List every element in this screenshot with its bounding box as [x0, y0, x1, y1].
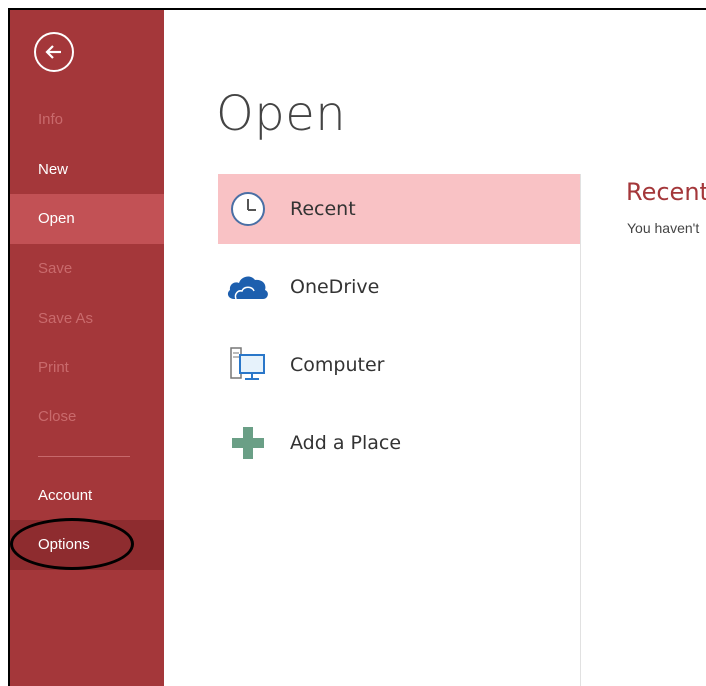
nav-divider: [38, 456, 130, 457]
nav-info: Info: [38, 111, 64, 128]
clock-icon: [224, 185, 272, 233]
cloud-icon: [224, 263, 272, 311]
nav-open[interactable]: Open: [10, 194, 164, 244]
place-recent[interactable]: Recent: [218, 174, 580, 244]
place-label: Recent: [290, 198, 356, 220]
recent-pane-message: You haven't: [627, 220, 700, 236]
backstage-sidebar: Info New Open Save Save As Print Close A…: [10, 10, 164, 686]
place-onedrive[interactable]: OneDrive: [218, 252, 580, 322]
place-label: Computer: [290, 354, 385, 376]
back-button[interactable]: [34, 32, 74, 72]
nav-account[interactable]: Account: [10, 471, 164, 521]
plus-icon: [224, 419, 272, 467]
nav-close: Close: [38, 408, 77, 425]
nav-new[interactable]: New: [10, 145, 164, 195]
page-title: Open: [216, 86, 347, 142]
place-label: OneDrive: [290, 276, 380, 298]
recent-pane-title: Recent: [626, 178, 706, 206]
place-computer[interactable]: Computer: [218, 330, 580, 400]
place-label: Add a Place: [290, 432, 402, 454]
nav-print: Print: [38, 359, 69, 376]
back-arrow-icon: [45, 45, 61, 59]
nav-save: Save: [38, 260, 73, 277]
nav-save-as: Save As: [38, 310, 94, 327]
place-add-a-place[interactable]: Add a Place: [218, 408, 580, 478]
open-places-list: Recent OneDrive Computer Add a Place: [218, 174, 581, 686]
nav-options[interactable]: Options: [10, 520, 164, 570]
backstage-window: Info New Open Save Save As Print Close A…: [8, 8, 706, 686]
computer-icon: [224, 341, 272, 389]
